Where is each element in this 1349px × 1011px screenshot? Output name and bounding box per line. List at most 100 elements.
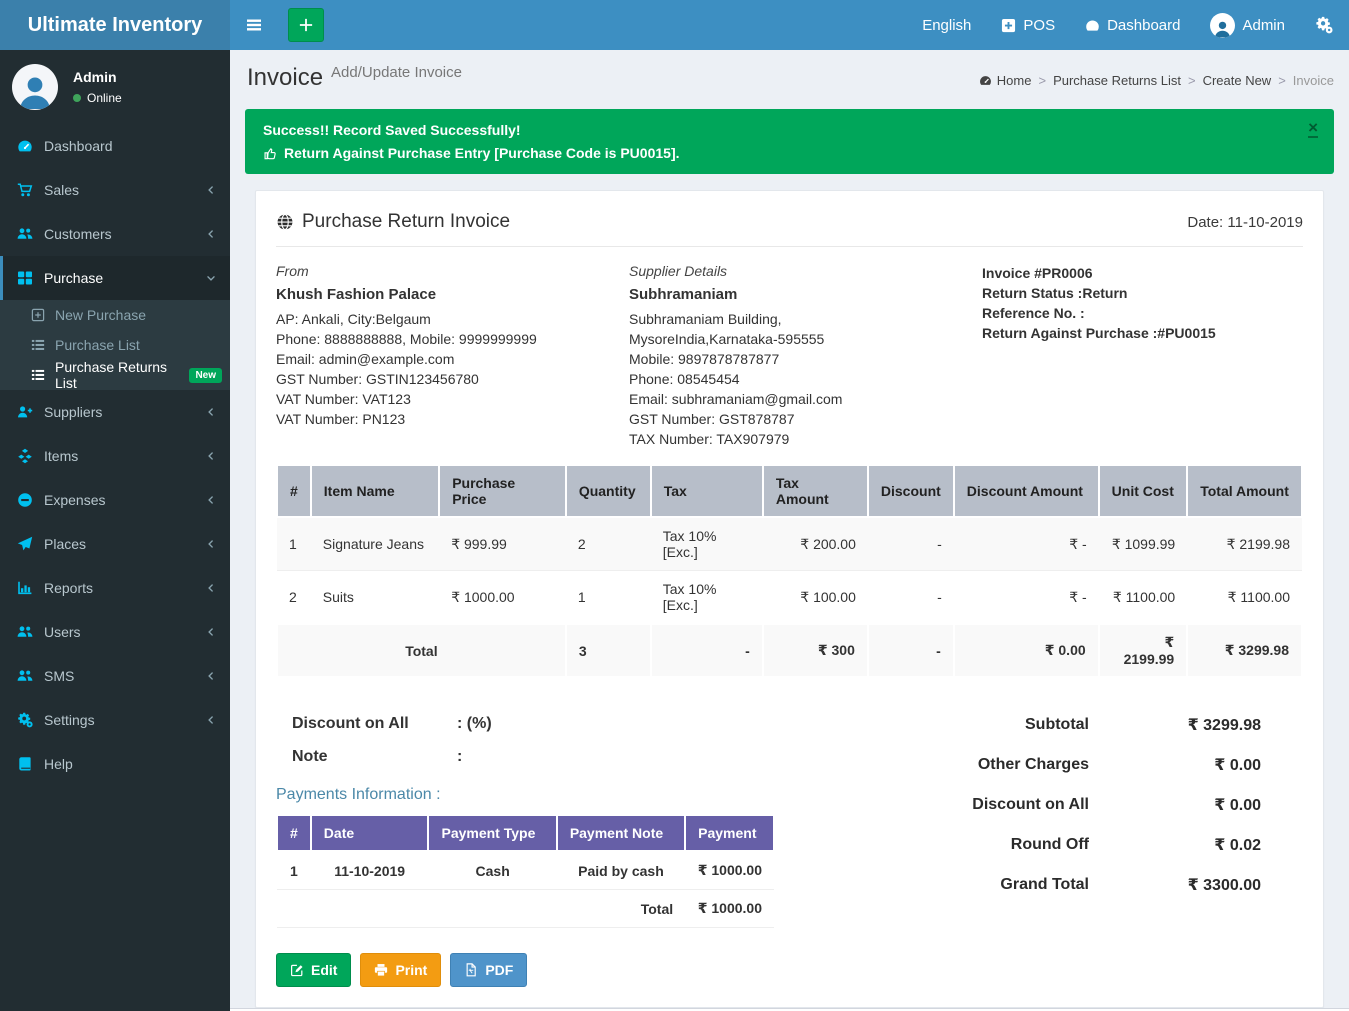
payments-total-row: Total ₹ 1000.00 <box>277 890 774 928</box>
online-dot-icon <box>73 94 81 102</box>
supplier-name: Subhramaniam <box>629 286 982 303</box>
users-icon <box>17 668 44 684</box>
new-badge: New <box>189 368 222 383</box>
bars-icon <box>245 17 263 33</box>
quick-add-button[interactable] <box>288 8 324 42</box>
payments-table: # Date Payment Type Payment Note Payment… <box>276 816 775 928</box>
chevron-left-icon <box>206 451 216 461</box>
chevron-left-icon <box>206 229 216 239</box>
supplier-section: Supplier Details Subhramaniam Subhramani… <box>629 263 982 449</box>
breadcrumb-home[interactable]: Home <box>979 73 1032 88</box>
cart-icon <box>17 182 44 198</box>
minus-circle-icon <box>17 492 44 508</box>
sidebar-item-sales[interactable]: Sales <box>0 168 230 212</box>
sidebar-toggle-button[interactable] <box>230 0 278 50</box>
user-menu[interactable]: Admin <box>1210 13 1285 38</box>
breadcrumb-create-new[interactable]: Create New <box>1203 73 1272 88</box>
chevron-down-icon <box>206 273 216 283</box>
close-icon[interactable]: × <box>1308 119 1318 138</box>
sidebar-item-places[interactable]: Places <box>0 522 230 566</box>
pos-link[interactable]: POS <box>1001 17 1055 34</box>
totals-summary: Subtotal ₹ 3299.98 Other Charges ₹ 0.00 … <box>911 705 1303 987</box>
note-row: Note : <box>292 742 911 771</box>
alert-title: Success!! Record Saved Successfully! <box>263 122 1298 138</box>
sidebar-item-reports[interactable]: Reports <box>0 566 230 610</box>
settings-menu[interactable] <box>1315 16 1333 34</box>
sidebar-item-help[interactable]: Help <box>0 742 230 786</box>
gears-icon <box>17 712 44 728</box>
summary-subtotal: Subtotal ₹ 3299.98 <box>911 705 1261 745</box>
globe-icon <box>276 213 294 231</box>
invoice-card: Purchase Return Invoice Date: 11-10-2019… <box>255 190 1324 1008</box>
book-icon <box>17 756 44 772</box>
chevron-left-icon <box>206 671 216 681</box>
users-icon <box>17 624 44 640</box>
invoice-number: Invoice #PR0006 <box>982 263 1303 283</box>
bar-chart-icon <box>17 580 44 596</box>
plus-square-icon <box>1001 18 1016 33</box>
pdf-file-icon <box>464 963 478 977</box>
company-name: Khush Fashion Palace <box>276 286 629 303</box>
avatar-icon <box>1210 13 1235 38</box>
chevron-left-icon <box>206 495 216 505</box>
invoice-date: Date: 11-10-2019 <box>1187 214 1303 231</box>
sidebar-item-items[interactable]: Items <box>0 434 230 478</box>
items-table: # Item Name Purchase Price Quantity Tax … <box>276 466 1303 678</box>
list-icon <box>31 338 55 352</box>
sidebar-item-purchase[interactable]: Purchase <box>0 256 230 300</box>
chevron-left-icon <box>206 715 216 725</box>
home-icon <box>979 74 992 87</box>
user-status: Online <box>73 91 122 105</box>
edit-icon <box>290 963 304 977</box>
tachometer-icon <box>1085 18 1100 33</box>
pdf-button[interactable]: PDF <box>450 953 527 987</box>
return-status: Return Status :Return <box>982 283 1303 303</box>
page-subtitle: Add/Update Invoice <box>331 64 462 81</box>
thumbs-up-icon <box>263 146 278 161</box>
user-name: Admin <box>73 69 122 85</box>
invoice-title: Purchase Return Invoice <box>276 211 510 233</box>
sidebar-item-dashboard[interactable]: Dashboard <box>0 124 230 168</box>
cubes-icon <box>17 448 44 464</box>
from-section: From Khush Fashion Palace AP: Ankali, Ci… <box>276 263 629 449</box>
print-button[interactable]: Print <box>360 953 441 987</box>
chevron-left-icon <box>206 627 216 637</box>
table-row: 1 11-10-2019 Cash Paid by cash ₹ 1000.00 <box>277 851 774 890</box>
breadcrumb: Home > Purchase Returns List > Create Ne… <box>979 73 1334 88</box>
sidebar-item-purchase-returns-list[interactable]: Purchase Returns List New <box>0 360 230 390</box>
summary-round-off: Round Off ₹ 0.02 <box>911 825 1261 865</box>
top-navbar: Ultimate Inventory English POS Dashboard… <box>0 0 1349 50</box>
summary-other-charges: Other Charges ₹ 0.00 <box>911 745 1261 785</box>
paper-plane-icon <box>17 536 44 552</box>
avatar <box>12 64 58 110</box>
sidebar-user-panel: Admin Online <box>0 50 230 124</box>
sidebar-item-expenses[interactable]: Expenses <box>0 478 230 522</box>
purchase-submenu: New Purchase Purchase List Purchase Retu… <box>0 300 230 390</box>
sidebar-item-users[interactable]: Users <box>0 610 230 654</box>
sidebar-item-sms[interactable]: SMS <box>0 654 230 698</box>
payments-header-row: # Date Payment Type Payment Note Payment <box>277 816 774 851</box>
list-icon <box>31 368 55 382</box>
sidebar-item-purchase-list[interactable]: Purchase List <box>0 330 230 360</box>
language-menu[interactable]: English <box>922 17 971 34</box>
brand-logo[interactable]: Ultimate Inventory <box>0 0 230 50</box>
sidebar-item-customers[interactable]: Customers <box>0 212 230 256</box>
plus-icon <box>299 18 313 32</box>
sidebar-item-new-purchase[interactable]: New Purchase <box>0 300 230 330</box>
chevron-left-icon <box>206 407 216 417</box>
payments-heading: Payments Information : <box>276 786 911 804</box>
sidebar-item-suppliers[interactable]: Suppliers <box>0 390 230 434</box>
items-total-row: Total 3 - ₹ 300 - ₹ 0.00 ₹ 2199.99 ₹ 329… <box>277 624 1302 677</box>
edit-button[interactable]: Edit <box>276 953 351 987</box>
sidebar: Admin Online Dashboard Sales Customers <box>0 50 230 1011</box>
breadcrumb-purchase-returns-list[interactable]: Purchase Returns List <box>1053 73 1181 88</box>
return-against-purchase: Return Against Purchase :#PU0015 <box>982 323 1303 343</box>
dashboard-link[interactable]: Dashboard <box>1085 17 1180 34</box>
items-table-header-row: # Item Name Purchase Price Quantity Tax … <box>277 466 1302 517</box>
success-alert: Success!! Record Saved Successfully! Ret… <box>245 109 1334 174</box>
chevron-left-icon <box>206 185 216 195</box>
discount-on-all-row: Discount on All : (%) <box>292 709 911 738</box>
invoice-meta-section: Invoice #PR0006 Return Status :Return Re… <box>982 263 1303 449</box>
reference-no: Reference No. : <box>982 303 1303 323</box>
sidebar-item-settings[interactable]: Settings <box>0 698 230 742</box>
